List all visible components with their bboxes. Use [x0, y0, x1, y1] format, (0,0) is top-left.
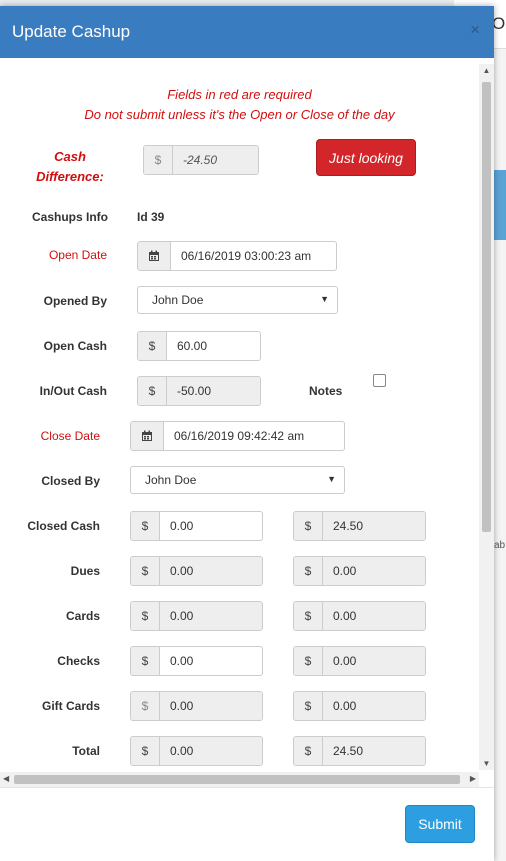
open-cash-value: 60.00 — [177, 339, 208, 353]
required-notice: Fields in red are required — [167, 87, 312, 102]
cards-field: $ 0.00 — [130, 601, 263, 631]
closed-cash-entered: 0.00 — [170, 519, 194, 533]
scroll-down-icon[interactable]: ▼ — [482, 759, 491, 768]
open-date-input[interactable]: 06/16/2019 03:00:23 am — [137, 241, 337, 271]
dollar-icon: $ — [138, 377, 167, 405]
dollar-icon: $ — [131, 602, 160, 630]
total-expected-value: 24.50 — [323, 737, 425, 765]
dollar-icon: $ — [144, 146, 173, 174]
dollar-icon: $ — [131, 647, 160, 675]
modal-title: Update Cashup — [12, 22, 131, 41]
cards-label: Cards — [65, 609, 100, 623]
gift-cards-field: $ 0.00 — [130, 691, 263, 721]
checks-label: Checks — [57, 654, 100, 668]
open-cash-input[interactable]: $ 60.00 — [137, 331, 261, 361]
checks-entered: 0.00 — [170, 654, 194, 668]
background-tab-text: Op — [492, 14, 506, 33]
calendar-icon — [131, 422, 164, 450]
cards-expected-value: 0.00 — [323, 602, 425, 630]
total-label: Total — [72, 744, 100, 758]
in-out-cash-label: In/Out Cash — [39, 384, 107, 398]
background-side-text: ab — [494, 540, 506, 551]
calendar-icon — [138, 242, 171, 270]
closed-by-label: Closed By — [41, 474, 100, 488]
closed-by-select[interactable]: John Doe ▼ — [130, 466, 345, 494]
gift-cards-expected: $ 0.00 — [293, 691, 426, 721]
dollar-icon: $ — [131, 737, 160, 765]
in-out-cash-value: -50.00 — [167, 377, 260, 405]
total-expected: $ 24.50 — [293, 736, 426, 766]
dollar-icon: $ — [294, 602, 323, 630]
cash-difference-label-line1: Cash — [54, 149, 86, 164]
dollar-icon: $ — [131, 557, 160, 585]
chevron-down-icon: ▼ — [327, 474, 336, 484]
cards-expected: $ 0.00 — [293, 601, 426, 631]
modal-footer-divider — [0, 787, 494, 788]
cashups-info-value: Id 39 — [137, 210, 165, 224]
cash-difference-label: Cash Difference: — [30, 147, 110, 187]
submit-notice: Do not submit unless it's the Open or Cl… — [84, 107, 395, 122]
dollar-icon: $ — [131, 692, 160, 720]
just-looking-button[interactable]: Just looking — [316, 139, 416, 176]
vertical-scrollbar[interactable]: ▲ ▼ — [479, 64, 494, 770]
horizontal-scroll-thumb[interactable] — [14, 775, 460, 784]
close-date-value: 06/16/2019 09:42:42 am — [174, 429, 305, 443]
notes-label: Notes — [309, 384, 343, 398]
scroll-up-icon[interactable]: ▲ — [482, 66, 491, 75]
gift-cards-expected-value: 0.00 — [323, 692, 425, 720]
horizontal-scrollbar[interactable]: ◀ ▶ — [0, 772, 479, 787]
closed-cash-expected-value: 24.50 — [323, 512, 425, 540]
close-date-input[interactable]: 06/16/2019 09:42:42 am — [130, 421, 345, 451]
dollar-icon: $ — [294, 692, 323, 720]
checks-expected: $ 0.00 — [293, 646, 426, 676]
open-date-value: 06/16/2019 03:00:23 am — [181, 249, 312, 263]
scroll-right-icon[interactable]: ▶ — [470, 774, 476, 783]
dues-entered: 0.00 — [160, 557, 262, 585]
gift-cards-label: Gift Cards — [41, 699, 100, 713]
in-out-cash-field: $ -50.00 — [137, 376, 261, 406]
opened-by-value: John Doe — [152, 293, 204, 307]
total-entered: 0.00 — [160, 737, 262, 765]
dues-expected-value: 0.00 — [323, 557, 425, 585]
update-cashup-modal: Update Cashup × Fields in red are requir… — [0, 6, 494, 861]
close-icon[interactable]: × — [470, 20, 480, 40]
dollar-icon: $ — [138, 332, 167, 360]
checks-input[interactable]: $ 0.00 — [130, 646, 263, 676]
cash-difference-label-line2: Difference: — [36, 169, 104, 184]
scroll-left-icon[interactable]: ◀ — [3, 774, 9, 783]
submit-button[interactable]: Submit — [405, 805, 475, 843]
dues-expected: $ 0.00 — [293, 556, 426, 586]
closed-cash-expected: $ 24.50 — [293, 511, 426, 541]
modal-body: Fields in red are required Do not submit… — [0, 58, 494, 786]
dollar-icon: $ — [131, 512, 160, 540]
open-date-label: Open Date — [48, 248, 107, 262]
closed-cash-input[interactable]: $ 0.00 — [130, 511, 263, 541]
dollar-icon: $ — [294, 512, 323, 540]
gift-cards-entered: 0.00 — [160, 692, 262, 720]
cash-difference-value: -24.50 — [173, 146, 258, 174]
dues-field: $ 0.00 — [130, 556, 263, 586]
total-field: $ 0.00 — [130, 736, 263, 766]
opened-by-select[interactable]: John Doe ▼ — [137, 286, 338, 314]
background-accent — [492, 170, 506, 240]
closed-by-value: John Doe — [145, 473, 197, 487]
dollar-icon: $ — [294, 557, 323, 585]
open-cash-label: Open Cash — [43, 339, 107, 353]
notes-checkbox[interactable] — [373, 374, 386, 387]
checks-expected-value: 0.00 — [323, 647, 425, 675]
dues-label: Dues — [70, 564, 100, 578]
cashups-info-label: Cashups Info — [31, 210, 108, 224]
chevron-down-icon: ▼ — [320, 294, 329, 304]
close-date-label: Close Date — [40, 429, 100, 443]
closed-cash-label: Closed Cash — [27, 519, 100, 533]
vertical-scroll-thumb[interactable] — [482, 82, 491, 532]
cash-difference-field: $ -24.50 — [143, 145, 259, 175]
modal-header: Update Cashup × — [0, 6, 494, 58]
dollar-icon: $ — [294, 737, 323, 765]
opened-by-label: Opened By — [43, 294, 107, 308]
cards-entered: 0.00 — [160, 602, 262, 630]
dollar-icon: $ — [294, 647, 323, 675]
